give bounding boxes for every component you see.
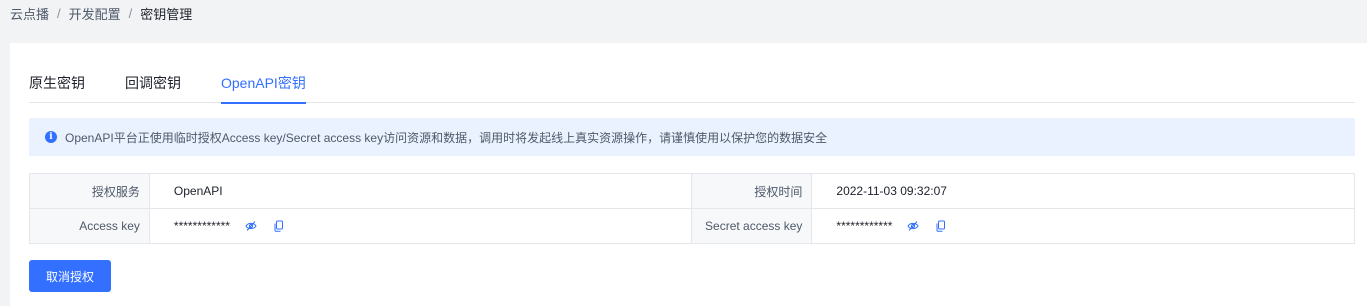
table-row: Access key ************ Secret access ke… [29,208,1355,244]
key-management-card: 原生密钥 回调密钥 OpenAPI密钥 i OpenAPI平台正使用临时授权Ac… [10,43,1367,306]
breadcrumb-item-key-management: 密钥管理 [140,6,193,22]
access-key-value-group: ************ [174,219,692,233]
secret-key-value: ************ [836,219,893,233]
info-notice: i OpenAPI平台正使用临时授权Access key/Secret acce… [29,118,1355,156]
auth-time-value: 2022-11-03 09:32:07 [811,173,1355,209]
secret-key-label: Secret access key [691,208,813,244]
secret-key-value-group: ************ [836,219,1354,233]
secret-key-cell: ************ [811,208,1355,244]
breadcrumb: 云点播 / 开发配置 / 密钥管理 [10,4,192,22]
access-key-value: ************ [173,219,230,233]
tab-bar: 原生密钥 回调密钥 OpenAPI密钥 [29,67,1355,104]
tab-openapi-key[interactable]: OpenAPI密钥 [221,67,306,104]
tab-callback-key[interactable]: 回调密钥 [125,67,181,103]
breadcrumb-item-dev-config[interactable]: 开发配置 [69,4,121,23]
breadcrumb-item-vod[interactable]: 云点播 [10,4,49,23]
copy-icon[interactable] [272,219,286,233]
access-key-label: Access key [29,208,150,244]
copy-icon[interactable] [934,219,948,233]
auth-info-table: 授权服务 OpenAPI 授权时间 2022-11-03 09:32:07 Ac… [29,173,1355,244]
access-key-cell: ************ [148,208,693,244]
info-icon: i [45,131,57,143]
auth-time-label: 授权时间 [691,173,813,209]
service-value: OpenAPI [148,173,693,209]
breadcrumb-separator: / [128,5,133,21]
breadcrumb-separator: / [57,5,61,21]
notice-text: OpenAPI平台正使用临时授权Access key/Secret access… [65,130,828,145]
table-row: 授权服务 OpenAPI 授权时间 2022-11-03 09:32:07 [29,173,1355,209]
revoke-authorization-button[interactable]: 取消授权 [29,260,111,292]
eye-hidden-icon[interactable] [906,219,920,233]
tab-native-key[interactable]: 原生密钥 [29,67,85,103]
service-label: 授权服务 [29,173,150,209]
eye-hidden-icon[interactable] [244,219,258,233]
